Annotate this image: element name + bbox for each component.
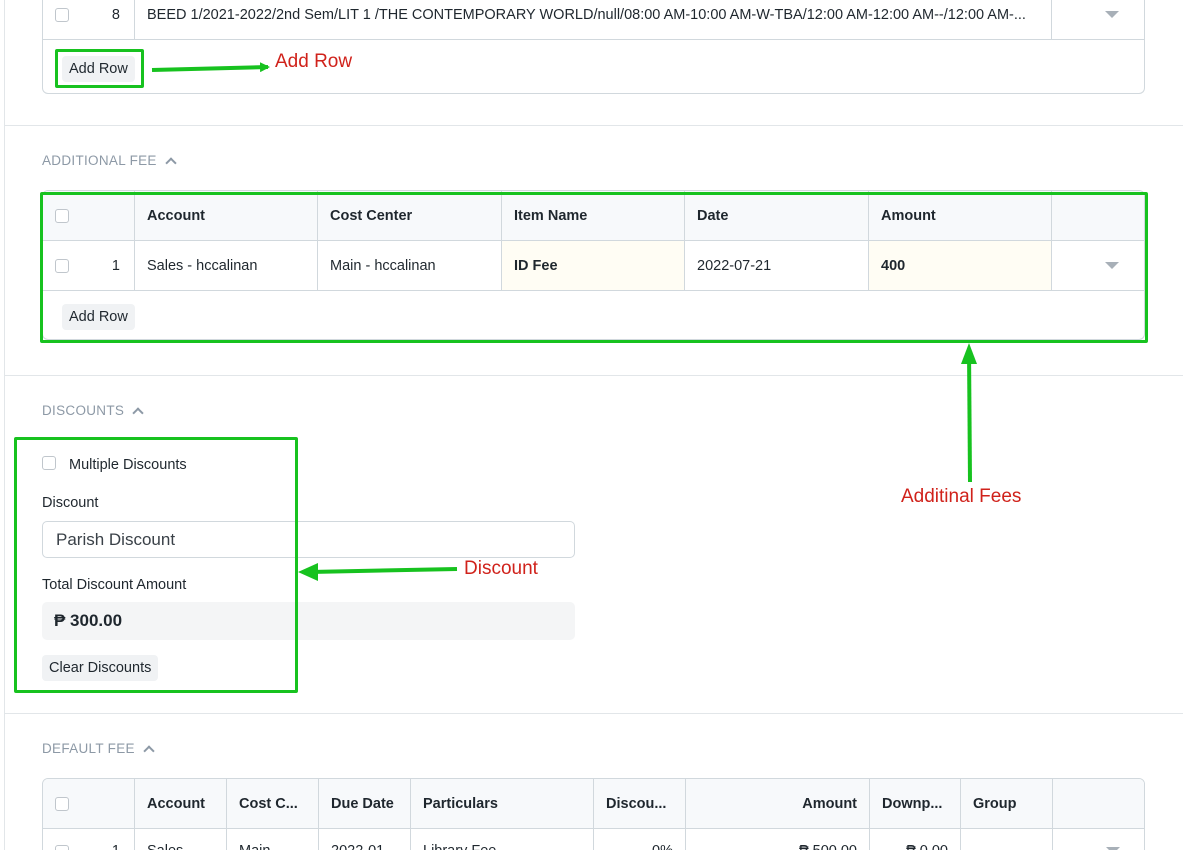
arrow-head-discount (298, 563, 318, 581)
highlight-discount (14, 437, 298, 693)
arrow-head-additional-fees (961, 343, 977, 364)
annotation-arrows (151, 62, 977, 581)
section-divider (4, 713, 1183, 714)
cell-discount[interactable]: 0% (594, 829, 686, 850)
table-row[interactable]: 1 Sales Main 2022-01 Library Fee 0% ₱ 50… (43, 829, 1144, 850)
cell-cost-center[interactable]: Main (227, 829, 319, 850)
chevron-up-icon[interactable] (132, 407, 144, 419)
col-account: Account (135, 779, 227, 828)
col-discount: Discou... (594, 779, 686, 828)
highlight-additional-fee (40, 192, 1148, 343)
row-checkbox[interactable] (55, 7, 69, 22)
arrow-additional-fees (967, 348, 972, 483)
annotation-add-row: Add Row (275, 51, 353, 72)
cell-particulars[interactable]: Library Fee (411, 829, 594, 850)
row-select[interactable]: 1 (43, 829, 135, 850)
col-due-date: Due Date (319, 779, 411, 828)
section-label-discounts[interactable]: DISCOUNTS (42, 403, 144, 419)
chevron-up-icon[interactable] (165, 157, 177, 169)
top-grid: 8 BEED 1/2021-2022/2nd Sem/LIT 1 /THE CO… (42, 0, 1145, 94)
highlight-add-row (55, 49, 144, 88)
col-particulars: Particulars (411, 779, 594, 828)
section-divider (4, 375, 1183, 376)
section-label-default-fee[interactable]: DEFAULT FEE (42, 741, 155, 757)
select-all[interactable] (43, 779, 135, 828)
arrow-discount (309, 567, 458, 574)
caret-down-icon[interactable] (1105, 11, 1119, 18)
col-group: Group (961, 779, 1053, 828)
cell-account[interactable]: Sales (135, 829, 227, 850)
row-checkbox[interactable] (55, 845, 69, 850)
row-index: 1 (112, 843, 120, 850)
section-label-additional-fee[interactable]: ADDITIONAL FEE (42, 153, 177, 169)
chevron-up-icon[interactable] (143, 745, 155, 757)
section-divider (4, 125, 1183, 126)
cell-amount[interactable]: ₱ 500.00 (686, 829, 870, 850)
table-row[interactable]: 8 BEED 1/2021-2022/2nd Sem/LIT 1 /THE CO… (43, 0, 1144, 40)
annotation-discount: Discount (464, 558, 538, 579)
row-select[interactable]: 8 (43, 0, 135, 39)
col-downpayment: Downp... (870, 779, 961, 828)
row-menu[interactable] (1052, 0, 1144, 39)
default-fee-grid: Account Cost C... Due Date Particulars D… (42, 778, 1145, 850)
cell-group[interactable] (961, 829, 1053, 850)
col-cost-center: Cost C... (227, 779, 319, 828)
cell-downpayment[interactable]: ₱ 0.00 (870, 829, 961, 850)
table-header: Account Cost C... Due Date Particulars D… (43, 779, 1144, 829)
annotation-additional-fees: Additinal Fees (901, 486, 1022, 507)
cell-due-date[interactable]: 2022-01 (319, 829, 411, 850)
col-menu (1053, 779, 1144, 828)
row-index: 8 (111, 6, 120, 23)
col-amount: Amount (686, 779, 870, 828)
left-frame-border (4, 0, 5, 850)
select-all-checkbox[interactable] (55, 796, 69, 811)
row-description[interactable]: BEED 1/2021-2022/2nd Sem/LIT 1 /THE CONT… (135, 0, 1052, 39)
row-menu[interactable] (1053, 829, 1144, 850)
